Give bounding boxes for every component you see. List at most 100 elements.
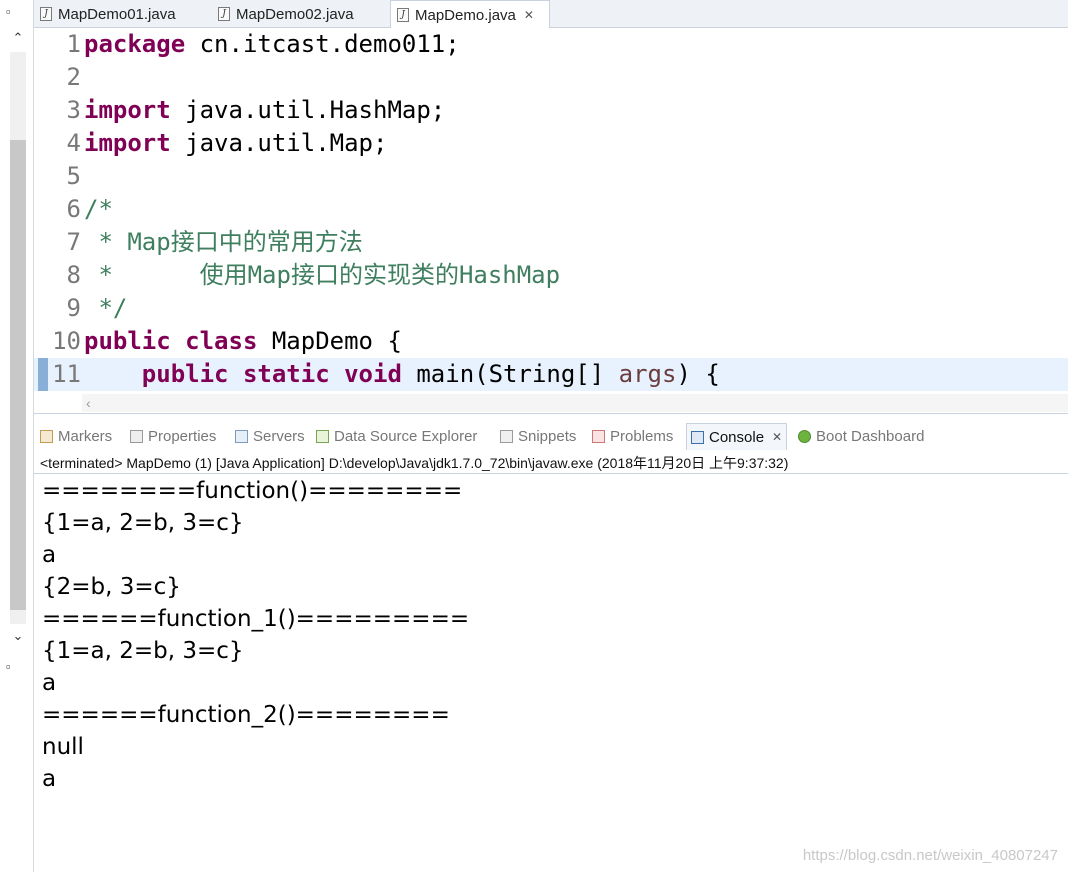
tab-label: Data Source Explorer [334,428,478,445]
tab-label: Snippets [518,428,577,445]
console-line: {1=a, 2=b, 3=c} [42,638,244,664]
line-number: 2 [66,63,81,91]
keyword-token: static [242,360,330,388]
code-token: MapDemo { [257,327,402,355]
code-line[interactable]: 1 package cn.itcast.demo011; [34,28,1068,61]
tab-label: Boot Dashboard [816,428,925,445]
code-line[interactable]: 8 * 使用Map接口的实现类的HashMap [34,259,1068,292]
line-number: 8 [66,261,81,289]
restore-icon[interactable]: ▫ [6,659,11,674]
java-file-icon: J [218,7,230,21]
scroll-up-icon[interactable]: ⌃ [9,30,27,46]
tab-properties[interactable]: Properties [130,423,216,450]
code-text: * 使用Map接口的实现类的HashMap [84,259,560,292]
console-line: ========function()======== [42,478,463,504]
scrollbar-thumb[interactable] [10,140,26,610]
tab-snippets[interactable]: Snippets [500,423,576,450]
console-line: a [42,542,57,568]
tab-mapdemo01[interactable]: J MapDemo01.java [34,0,210,28]
tab-label: Servers [253,428,305,445]
code-line[interactable]: 4 import java.util.Map; [34,127,1068,160]
console-line: {2=b, 3=c} [42,574,181,600]
comment-token: * Map接口中的常用方法 [84,228,363,256]
code-line[interactable]: 3 import java.util.HashMap; [34,94,1068,127]
tab-label: MapDemo.java [415,6,516,24]
console-line: null [42,734,84,760]
tab-label: MapDemo02.java [236,5,354,23]
tab-boot-dashboard[interactable]: Boot Dashboard [798,423,924,450]
watermark: https://blog.csdn.net/weixin_40807247 [802,847,1058,864]
tab-label: Console [709,428,765,446]
code-line[interactable]: 10 public class MapDemo { [34,325,1068,358]
code-text: public static void main(String[] args) { [84,358,720,391]
comment-token: /* [84,195,113,223]
tab-console[interactable]: Console ✕ [686,423,788,450]
line-number: 5 [66,162,81,190]
tab-label: Properties [148,428,217,445]
close-icon[interactable]: ✕ [772,430,782,444]
console-line: a [42,766,57,792]
code-line[interactable]: 2 [34,61,1068,94]
code-token: main(String[] [401,360,619,388]
editor-tab-bar: J MapDemo01.java J MapDemo02.java J MapD… [34,0,1068,29]
tab-data-source-explorer[interactable]: Data Source Explorer [316,423,477,450]
code-token: java.util.HashMap; [170,96,446,124]
tab-label: Markers [58,428,113,445]
properties-icon [130,430,143,443]
tab-mapdemo02[interactable]: J MapDemo02.java [212,0,388,28]
keyword-token: class [185,327,258,355]
left-trim-bar: ▫ ⌃ ⌄ ▫ [0,0,34,872]
tab-label: MapDemo01.java [58,5,176,23]
tab-servers[interactable]: Servers [235,423,305,450]
code-line[interactable]: 7 * Map接口中的常用方法 [34,226,1068,259]
java-file-icon: J [397,8,409,22]
console-line: {1=a, 2=b, 3=c} [42,510,244,536]
line-number: 1 [66,30,81,58]
console-line: a [42,670,57,696]
tab-markers[interactable]: Markers [40,423,112,450]
code-token: cn.itcast.demo011; [185,30,460,58]
code-text: public class MapDemo { [84,325,402,358]
code-line[interactable]: 6/* [34,193,1068,226]
keyword-token: package [84,30,186,58]
view-tab-bar: Markers Properties Servers Data Source E… [34,423,1068,450]
code-token: args [618,360,677,388]
code-token: java.util.Map; [170,129,388,157]
code-line[interactable]: 5 [34,160,1068,193]
horizontal-scrollbar[interactable]: ‹ [82,394,1068,412]
line-number: 9 [66,294,81,322]
minimize-icon[interactable]: ▫ [6,4,11,19]
code-token: ) { [676,360,720,388]
snippets-icon [500,430,513,443]
scroll-down-icon[interactable]: ⌄ [9,628,27,644]
line-number: 3 [66,96,81,124]
problems-icon [592,430,605,443]
code-text: * Map接口中的常用方法 [84,226,363,259]
comment-token: */ [84,294,128,322]
vertical-scrollbar[interactable]: ⌃ ⌄ [9,30,27,650]
code-line[interactable]: 9 */ [34,292,1068,325]
line-number: 11 [52,360,81,388]
comment-token: * 使用Map接口的实现类的HashMap [84,261,561,289]
keyword-token: void [344,360,402,388]
tab-label: Problems [610,428,674,445]
code-text: import java.util.HashMap; [84,94,445,127]
console-output[interactable]: ========function()======== {1=a, 2=b, 3=… [34,474,1068,872]
code-line[interactable]: 11 public static void main(String[] args… [34,358,1068,391]
servers-icon [235,430,248,443]
code-editor[interactable]: 1 package cn.itcast.demo011; 2 3 import java… [34,28,1068,414]
console-icon [691,430,704,444]
keyword-token: public [141,360,229,388]
tab-problems[interactable]: Problems [592,423,673,450]
line-number: 10 [52,327,81,355]
tab-mapdemo[interactable]: J MapDemo.java ✕ [390,0,550,29]
code-text: */ [84,292,127,325]
scroll-left-icon[interactable]: ‹ [86,394,91,412]
line-number: 4 [66,129,81,157]
boot-dashboard-icon [798,430,811,443]
close-icon[interactable]: ✕ [524,8,534,22]
